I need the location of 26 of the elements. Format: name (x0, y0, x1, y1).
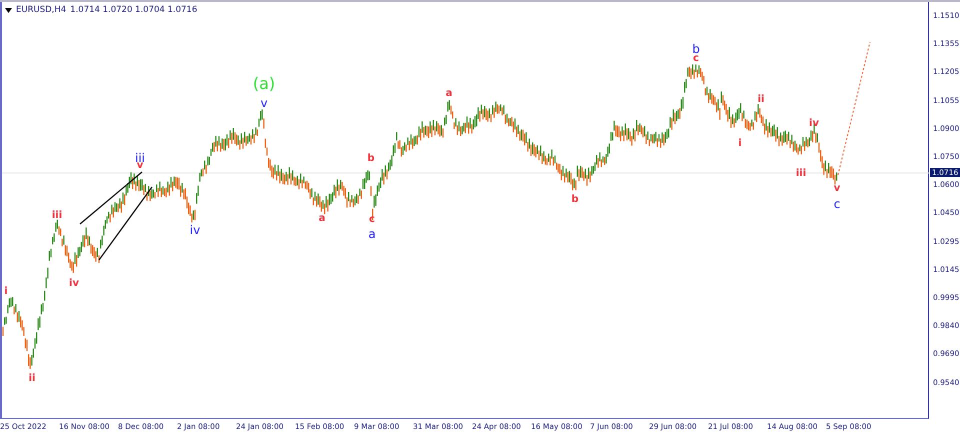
wave-label: iii (135, 152, 145, 164)
wave-label: a (368, 228, 376, 240)
wave-label: a (446, 89, 452, 99)
wave-label: c (834, 198, 840, 210)
wave-label: c (369, 215, 375, 225)
wave-label: v (834, 184, 840, 194)
wave-label: c (693, 54, 699, 64)
wave-label: i (4, 287, 8, 297)
wave-label: (a) (252, 76, 276, 92)
wave-label: i (738, 139, 742, 149)
wave-label: iv (809, 119, 819, 129)
wave-label: ii (758, 95, 764, 105)
wave-label: b (571, 195, 579, 205)
wave-label: b (692, 43, 700, 55)
wave-label: b (367, 154, 375, 164)
quote-values: 1.0714 1.0720 1.0704 1.0716 (70, 5, 198, 15)
wave-label: iv (69, 279, 79, 289)
wave-label: iii (52, 211, 62, 221)
wave-label: a (318, 214, 326, 224)
dropdown-icon[interactable] (5, 8, 12, 12)
wave-label: v (136, 161, 144, 171)
wave-label: iii (796, 169, 806, 179)
wave-label: ii (28, 374, 36, 384)
wave-label: v (260, 97, 268, 109)
wave-label: iv (190, 224, 200, 236)
symbol-label: EURUSD,H4 (16, 5, 66, 15)
